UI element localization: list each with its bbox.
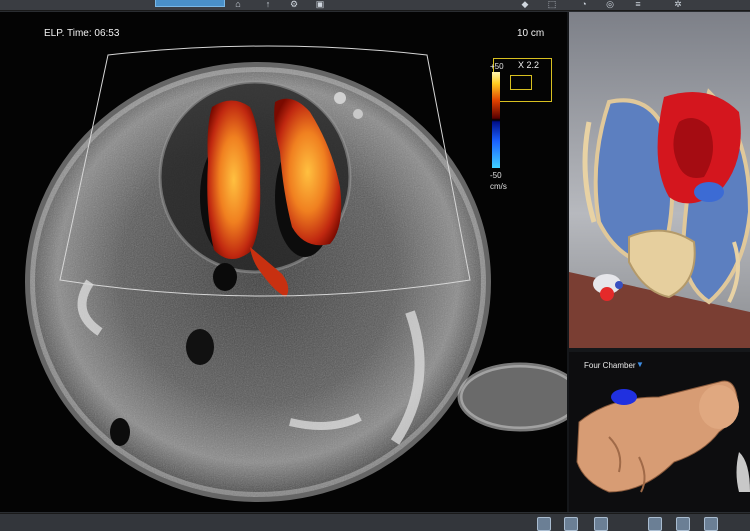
scale-max-label: +50 [490,62,504,71]
scale-unit-label: cm/s [490,182,507,191]
active-tool-tab[interactable] [155,0,225,7]
globe-icon[interactable] [704,517,718,531]
layers-icon[interactable]: ≡ [632,0,644,9]
pin-icon[interactable]: ◆ [519,0,531,9]
elapsed-time: ELP. Time: 06:53 [44,28,120,39]
fetus-model [576,380,750,493]
dual-view-icon[interactable] [564,517,578,531]
top-toolbar: ⌂ ↑ ⚙ ▣ ◆ ⬚ ◔ ◎ ≡ ✲ [0,0,750,11]
ultrasound-image [0,12,567,512]
camera-icon[interactable] [676,517,690,531]
tool-icon[interactable]: ⌂ [232,0,244,9]
velocity-color-bar [492,72,500,168]
bottom-toolbar [0,513,750,531]
settings-icon[interactable]: ✲ [672,0,684,9]
window-icon[interactable]: ▣ [314,0,326,9]
quad-view-icon[interactable] [594,517,608,531]
select-icon[interactable]: ⬚ [546,0,558,9]
heart-3d-model-panel[interactable] [569,12,750,348]
four-chamber-panel[interactable]: Four Chamber ▼ [569,352,750,512]
depth-readout: 10 cm [517,28,545,39]
brush-icon[interactable]: ◎ [604,0,616,9]
heart-3d-model [569,12,750,348]
pointer-icon[interactable]: ↑ [262,0,274,9]
scale-min-label: -50 [490,171,502,180]
measure-icon[interactable]: ◔ [578,0,590,9]
ultrasound-viewport[interactable]: ELP. Time: 06:53 10 cm X 2.2 +50 -50 cm/… [0,12,567,512]
gear-icon[interactable]: ⚙ [288,0,300,9]
single-view-icon[interactable] [537,517,551,531]
velocity-color-scale: +50 -50 cm/s [488,62,548,202]
probe-icon[interactable] [648,517,662,531]
